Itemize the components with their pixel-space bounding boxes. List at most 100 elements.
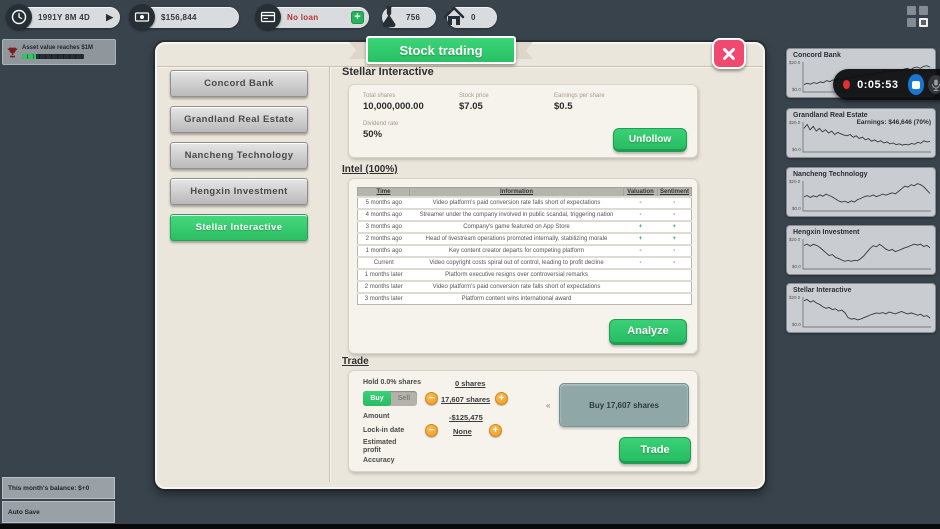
intel-row: 3 months agoCompany's game featured on A… xyxy=(358,221,692,233)
company-button-grandland-real-estate[interactable]: Grandland Real Estate xyxy=(170,106,308,133)
play-icon[interactable]: ▶ xyxy=(106,12,113,23)
col-sentiment[interactable]: Sentiment xyxy=(658,188,692,198)
date-pill[interactable]: 1991Y 8M 4D ▶ xyxy=(8,7,120,28)
mini-stock-chart xyxy=(789,179,934,216)
company-list: Concord Bank Grandland Real Estate Nanchen… xyxy=(170,70,308,250)
total-shares-label: Total shares xyxy=(363,93,395,99)
intel-cell-time: 5 months ago xyxy=(358,197,410,209)
intel-cell-time: 2 months ago xyxy=(358,233,410,245)
intel-cell-info: Platform content wins international awar… xyxy=(410,293,624,305)
intel-cell-valuation xyxy=(624,293,658,305)
stock-card-title: Hengxin Investment xyxy=(793,229,860,236)
research-pill[interactable]: 756 xyxy=(382,7,436,28)
grid-square xyxy=(919,6,928,15)
intel-cell-valuation: - xyxy=(624,209,658,221)
intel-cell-sentiment xyxy=(658,269,692,281)
cash-value: $156,844 xyxy=(161,13,197,22)
unfollow-button[interactable]: Unfollow xyxy=(613,128,687,152)
analyze-button[interactable]: Analyze xyxy=(609,319,687,345)
intel-row: 4 months agoStreamer under the company i… xyxy=(358,209,692,221)
order-summary-button[interactable]: Buy 17,607 shares xyxy=(559,383,689,427)
microphone-icon xyxy=(931,79,940,91)
company-button-nancheng-technology[interactable]: Nancheng Technology xyxy=(170,142,308,169)
intel-cell-info: Video platform's paid conversion rate fa… xyxy=(410,281,624,293)
cash-pill[interactable]: $156,844 xyxy=(131,7,239,28)
increase-lockin-button[interactable]: + xyxy=(489,424,502,437)
mini-stock-chart xyxy=(789,237,934,274)
intel-row: 5 months agoVideo platform's paid conver… xyxy=(358,197,692,209)
stock-card-title: Concord Bank xyxy=(793,52,841,59)
home-pill[interactable]: 0 xyxy=(447,7,497,28)
research-points: 756 xyxy=(406,13,420,22)
intel-cell-valuation xyxy=(624,269,658,281)
intel-cell-info: Video copyright costs spiral out of cont… xyxy=(410,257,624,269)
eps-value: $0.5 xyxy=(554,101,573,112)
trade-button[interactable]: Trade xyxy=(619,437,691,464)
collapse-arrow-icon[interactable]: « xyxy=(546,401,550,410)
recording-time: 0:05:53 xyxy=(857,79,898,91)
money-icon xyxy=(129,4,155,30)
trophy-icon xyxy=(6,46,19,59)
intel-row: 1 months agoKey content creator departs … xyxy=(358,245,692,257)
decrease-shares-button[interactable]: − xyxy=(425,392,438,405)
shares-value[interactable]: 17,607 shares xyxy=(441,395,490,404)
menu-grid-icon[interactable] xyxy=(907,6,929,28)
intel-cell-time: 3 months later xyxy=(358,293,410,305)
intel-cell-valuation: + xyxy=(624,221,658,233)
lockin-label: Lock-in date xyxy=(363,427,404,435)
flask-icon xyxy=(376,4,402,30)
col-time[interactable]: Time xyxy=(358,188,410,198)
intel-cell-sentiment: - xyxy=(658,257,692,269)
achievement-progress xyxy=(22,54,84,59)
close-button[interactable] xyxy=(712,38,746,69)
stock-card-title: Nancheng Technology xyxy=(793,171,868,178)
intel-cell-sentiment xyxy=(658,293,692,305)
stock-chart-card-nancheng-technology: Nancheng Technology$20.0$0.0 xyxy=(786,167,936,217)
home-count: 0 xyxy=(471,13,476,22)
microphone-button[interactable] xyxy=(928,75,940,94)
grid-square-active xyxy=(919,18,928,27)
intel-cell-sentiment: - xyxy=(658,197,692,209)
increase-shares-button[interactable]: + xyxy=(495,392,508,405)
stock-card-title: Stellar Interactive xyxy=(793,287,851,294)
credit-card-icon xyxy=(255,4,281,30)
loan-status: No loan xyxy=(287,13,318,22)
intel-cell-info: Head of livestream operations promoted i… xyxy=(410,233,624,245)
clock-icon xyxy=(6,4,32,30)
company-heading: Stellar Interactive xyxy=(342,66,434,78)
panel-divider-vertical xyxy=(329,67,330,482)
loan-pill[interactable]: No loan + xyxy=(257,7,369,28)
company-button-hengxin-investment[interactable]: Hengxin Investment xyxy=(170,178,308,205)
add-loan-button[interactable]: + xyxy=(351,11,364,24)
accuracy-label: Accuracy xyxy=(363,457,395,465)
intel-cell-valuation xyxy=(624,281,658,293)
intel-cell-valuation: - xyxy=(624,245,658,257)
achievement-label: Asset value reaches $1M xyxy=(22,45,93,52)
stock-chart-card-hengxin-investment: Hengxin Investment$20.0$0.0 xyxy=(786,225,936,275)
col-information[interactable]: Information xyxy=(410,188,624,198)
window-title: Stock trading xyxy=(366,36,516,64)
intel-cell-sentiment: - xyxy=(658,245,692,257)
sell-tab[interactable]: Sell xyxy=(391,391,417,406)
recording-dot-icon xyxy=(843,80,850,89)
buy-tab[interactable]: Buy xyxy=(363,391,391,406)
decrease-lockin-button[interactable]: − xyxy=(425,424,438,437)
stock-card-title: Grandland Real Estate xyxy=(793,112,868,119)
company-button-stellar-interactive[interactable]: Stellar Interactive xyxy=(170,214,308,241)
intel-cell-valuation: + xyxy=(624,233,658,245)
lockin-value[interactable]: None xyxy=(453,427,472,436)
screen-bottom-strip xyxy=(0,524,940,529)
intel-cell-sentiment xyxy=(658,281,692,293)
intel-cell-valuation: - xyxy=(624,197,658,209)
intel-cell-info: Platform executive resigns over controve… xyxy=(410,269,624,281)
col-valuation[interactable]: Valuation xyxy=(624,188,658,198)
hold-shares-link[interactable]: 0 shares xyxy=(455,379,485,388)
close-icon xyxy=(722,47,736,61)
intel-cell-info: Company's game featured on App Store xyxy=(410,221,624,233)
dividend-value: 50% xyxy=(363,129,382,140)
stop-recording-button[interactable] xyxy=(908,74,925,95)
company-button-concord-bank[interactable]: Concord Bank xyxy=(170,70,308,97)
intel-row: 2 months agoHead of livestream operation… xyxy=(358,233,692,245)
company-detail-card: Total shares 10,000,000.00 Stock price $… xyxy=(348,84,698,158)
stock-chart-card-grandland-real-estate: Grandland Real EstateEarnings: $46,646 (… xyxy=(786,108,936,158)
